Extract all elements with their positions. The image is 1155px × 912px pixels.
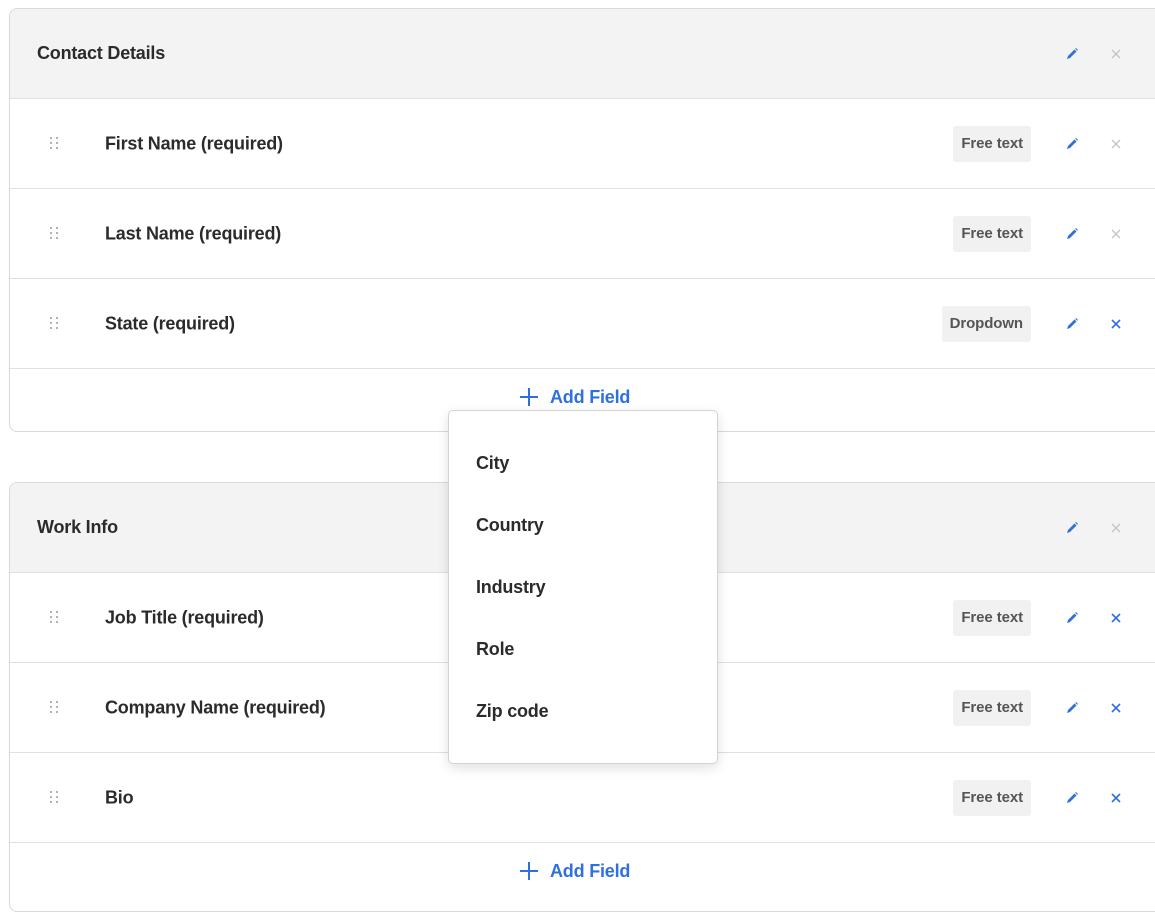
field-label: Bio	[105, 787, 134, 807]
add-field-button[interactable]: Add Field	[518, 860, 630, 882]
field-type-badge: Free text	[953, 599, 1031, 636]
pencil-icon	[1067, 701, 1078, 713]
edit-field-button[interactable]	[1061, 787, 1083, 809]
section-contact-details: Contact Details First Name (required) Fr…	[9, 8, 1155, 432]
close-icon	[1111, 702, 1121, 713]
field-type-badge: Free text	[953, 689, 1031, 726]
remove-field-button[interactable]	[1105, 697, 1127, 719]
add-field-label: Add Field	[550, 386, 631, 407]
pencil-icon	[1067, 317, 1078, 329]
plus-icon	[520, 862, 538, 880]
edit-field-button[interactable]	[1061, 313, 1083, 335]
remove-field-button[interactable]	[1105, 607, 1127, 629]
edit-field-button[interactable]	[1061, 223, 1083, 245]
pencil-icon	[1067, 137, 1078, 149]
add-field-button[interactable]: Add Field	[518, 386, 630, 408]
section-title: Work Info	[37, 517, 118, 537]
section-header: Contact Details	[10, 9, 1155, 98]
remove-section-button[interactable]	[1105, 517, 1127, 539]
section-title: Contact Details	[37, 43, 166, 63]
plus-icon	[520, 388, 538, 406]
close-icon	[1111, 229, 1121, 238]
field-type-badge: Dropdown	[941, 305, 1031, 342]
edit-section-button[interactable]	[1061, 43, 1083, 65]
close-icon	[1111, 612, 1121, 623]
pencil-icon	[1067, 47, 1078, 59]
dropdown-option-zip-code[interactable]: Zip code	[449, 691, 717, 753]
edit-field-button[interactable]	[1061, 697, 1083, 719]
field-label: Last Name (required)	[105, 223, 282, 243]
field-type-badge: Free text	[953, 125, 1031, 162]
field-label: First Name (required)	[105, 133, 283, 153]
pencil-icon	[1067, 611, 1078, 623]
add-field-dropdown-menu: City Country Industry Role Zip code	[448, 410, 718, 764]
pencil-icon	[1067, 791, 1078, 803]
drag-handle-icon[interactable]	[50, 316, 60, 331]
edit-field-button[interactable]	[1061, 607, 1083, 629]
close-icon	[1111, 792, 1121, 803]
field-label: Company Name (required)	[105, 697, 326, 717]
field-row: First Name (required) Free text	[10, 98, 1155, 188]
dropdown-option-industry[interactable]: Industry	[449, 567, 717, 629]
field-type-badge: Free text	[953, 779, 1031, 816]
add-field-label: Add Field	[550, 860, 631, 881]
dropdown-option-role[interactable]: Role	[449, 629, 717, 691]
drag-handle-icon[interactable]	[50, 136, 60, 151]
edit-section-button[interactable]	[1061, 517, 1083, 539]
dropdown-option-city[interactable]: City	[449, 443, 717, 505]
drag-handle-icon[interactable]	[50, 790, 60, 805]
remove-field-button[interactable]	[1105, 313, 1127, 335]
field-row: Bio Free text	[10, 752, 1155, 842]
close-icon	[1111, 49, 1121, 58]
edit-field-button[interactable]	[1061, 133, 1083, 155]
drag-handle-icon[interactable]	[50, 226, 60, 241]
close-icon	[1111, 523, 1121, 532]
field-row: State (required) Dropdown	[10, 278, 1155, 368]
pencil-icon	[1067, 227, 1078, 239]
remove-field-button[interactable]	[1105, 787, 1127, 809]
field-type-badge: Free text	[953, 215, 1031, 252]
add-field-row: Add Field	[10, 842, 1155, 906]
pencil-icon	[1067, 521, 1078, 533]
close-icon	[1111, 318, 1121, 329]
remove-section-button[interactable]	[1105, 43, 1127, 65]
field-label: Job Title (required)	[105, 607, 264, 627]
field-row: Last Name (required) Free text	[10, 188, 1155, 278]
dropdown-option-country[interactable]: Country	[449, 505, 717, 567]
drag-handle-icon[interactable]	[50, 700, 60, 715]
field-label: State (required)	[105, 313, 235, 333]
drag-handle-icon[interactable]	[50, 610, 60, 625]
close-icon	[1111, 139, 1121, 148]
remove-field-button[interactable]	[1105, 133, 1127, 155]
remove-field-button[interactable]	[1105, 223, 1127, 245]
